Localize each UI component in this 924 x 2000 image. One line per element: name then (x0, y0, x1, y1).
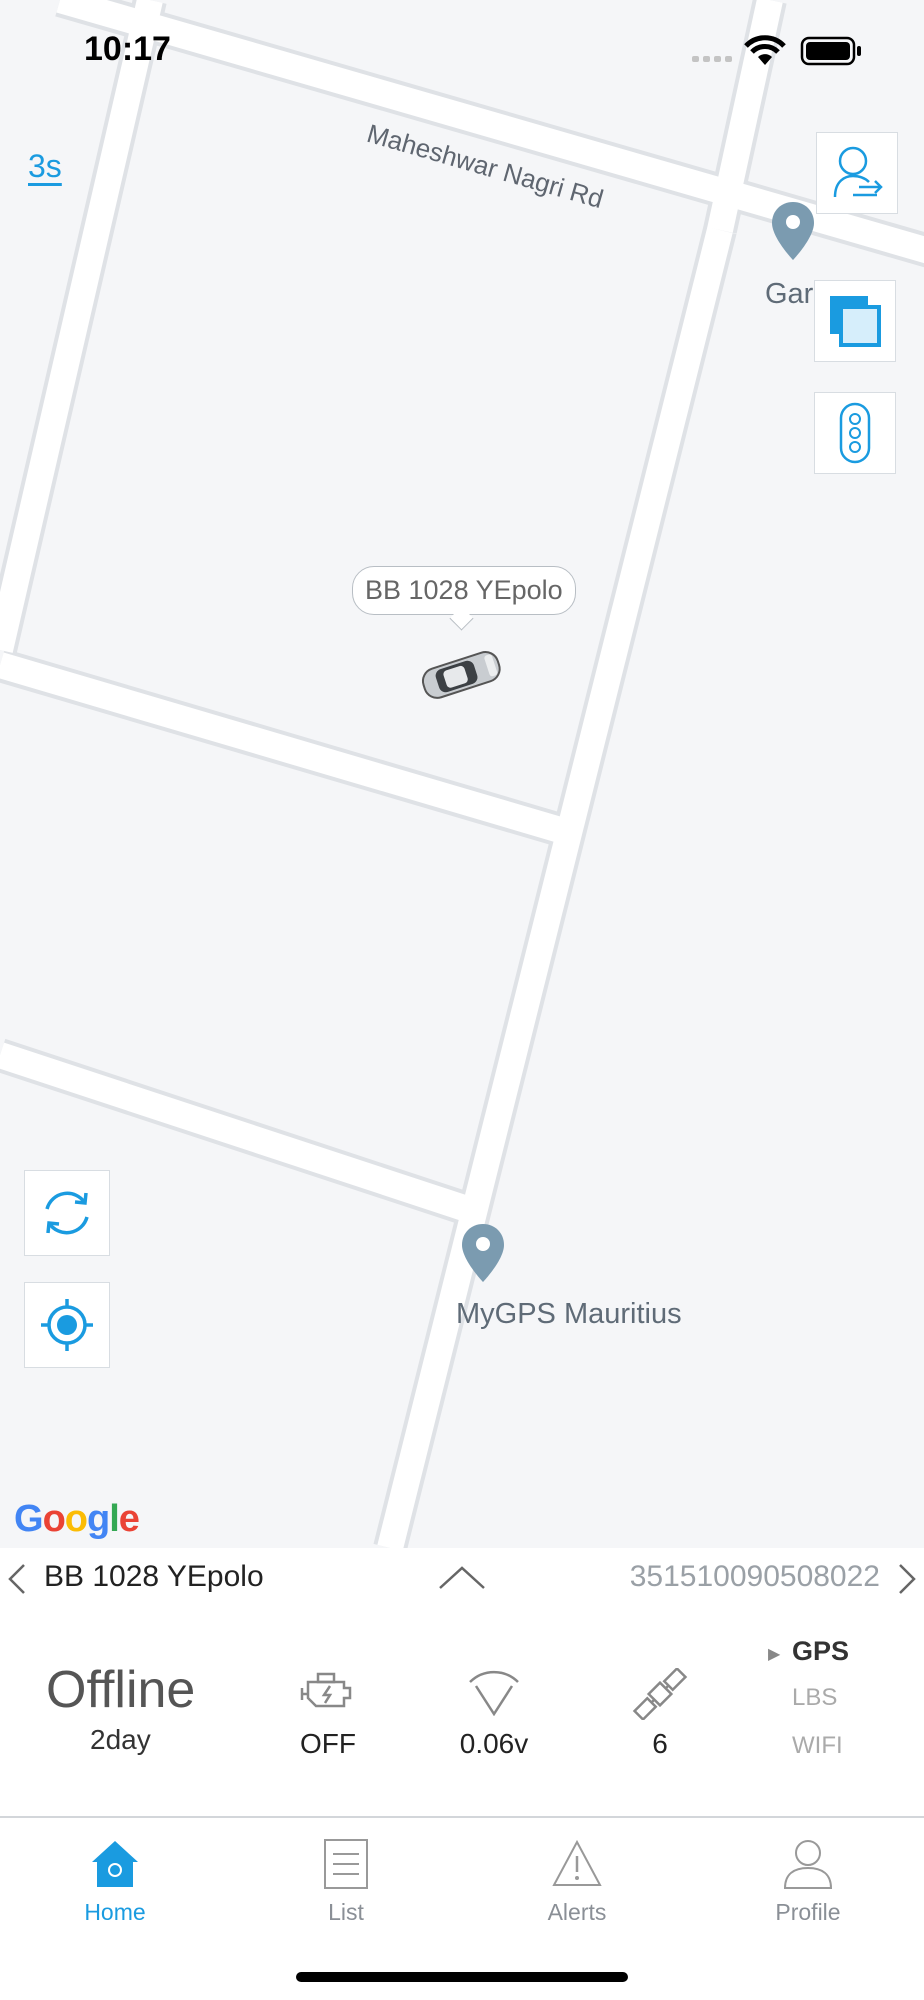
chevron-up-icon (439, 1566, 485, 1589)
chevron-left-icon (8, 1564, 25, 1594)
traffic-light-icon (839, 402, 871, 464)
next-device-button[interactable] (896, 1562, 918, 1601)
satellite-metric (600, 1666, 720, 1725)
map-view[interactable]: Maheshwar Nagri Rd 3s Gar eo BB 1028 YEp… (0, 0, 924, 1548)
satellite-icon (632, 1666, 688, 1722)
location-mode-gps[interactable]: GPS (792, 1636, 849, 1667)
engine-metric (268, 1668, 388, 1717)
alert-icon (552, 1839, 602, 1886)
traffic-button[interactable] (814, 392, 896, 474)
tab-profile[interactable]: Profile (738, 1838, 878, 1926)
map-pin-icon (462, 1224, 504, 1282)
device-info-panel: Offline 2day OFF 0.06v 6 ▶ GPS LBS WIFI (0, 1608, 924, 1818)
map-layers-icon (830, 296, 881, 347)
tab-list-label: List (328, 1899, 364, 1925)
poi-pin-bottom[interactable] (460, 1222, 506, 1289)
status-bar: 10:17 (0, 0, 924, 100)
signal-icon (692, 56, 732, 62)
prev-device-button[interactable] (6, 1562, 28, 1601)
google-logo: Google (14, 1498, 140, 1540)
location-mode-wifi[interactable]: WIFI (792, 1732, 843, 1760)
voltage-metric (434, 1668, 554, 1721)
map-pin-icon (772, 202, 814, 260)
tab-home-label: Home (84, 1899, 146, 1925)
vehicle-marker[interactable] (418, 648, 504, 705)
tab-alerts[interactable]: Alerts (507, 1838, 647, 1926)
voltage-icon (469, 1670, 519, 1717)
wifi-icon (744, 35, 786, 65)
voltage-value: 0.06v (459, 1728, 529, 1759)
locate-icon (41, 1299, 93, 1351)
satellite-value: 6 (652, 1728, 668, 1759)
profile-icon (783, 1840, 833, 1889)
tab-profile-label: Profile (775, 1899, 841, 1925)
switch-account-button[interactable] (816, 132, 898, 214)
device-selector-bar: BB 1028 YEpolo 351510090508022 (0, 1548, 924, 1608)
poi-label-bottom: MyGPS Mauritius (456, 1298, 682, 1330)
device-imei: 351510090508022 (629, 1560, 880, 1593)
selected-marker-icon: ▶ (768, 1646, 781, 1663)
tab-home[interactable]: Home (45, 1838, 185, 1926)
offline-duration: 2day (90, 1724, 151, 1755)
locate-button[interactable] (24, 1282, 110, 1368)
list-icon (324, 1839, 368, 1889)
device-name: BB 1028 YEpolo (44, 1560, 264, 1593)
tab-alerts-label: Alerts (547, 1899, 607, 1925)
tab-list[interactable]: List (276, 1838, 416, 1926)
chevron-right-icon (899, 1564, 916, 1594)
map-layers-button[interactable] (814, 280, 896, 362)
location-mode-lbs[interactable]: LBS (792, 1684, 837, 1712)
refresh-icon (45, 1191, 89, 1235)
poi-pin-top[interactable] (770, 200, 816, 267)
expand-panel-button[interactable] (438, 1564, 486, 1597)
engine-value: OFF (300, 1728, 356, 1759)
vehicle-label-bubble: BB 1028 YEpolo (352, 566, 576, 615)
home-indicator (296, 1972, 628, 1982)
refresh-interval-link[interactable]: 3s (28, 148, 62, 185)
status-time: 10:17 (84, 30, 171, 68)
home-icon (92, 1841, 138, 1887)
status-icons (692, 32, 872, 77)
refresh-button[interactable] (24, 1170, 110, 1256)
switch-account-icon (833, 146, 883, 198)
battery-icon (800, 36, 861, 66)
connection-status: Offline (46, 1661, 196, 1719)
engine-icon (300, 1672, 352, 1708)
car-icon (421, 651, 501, 699)
